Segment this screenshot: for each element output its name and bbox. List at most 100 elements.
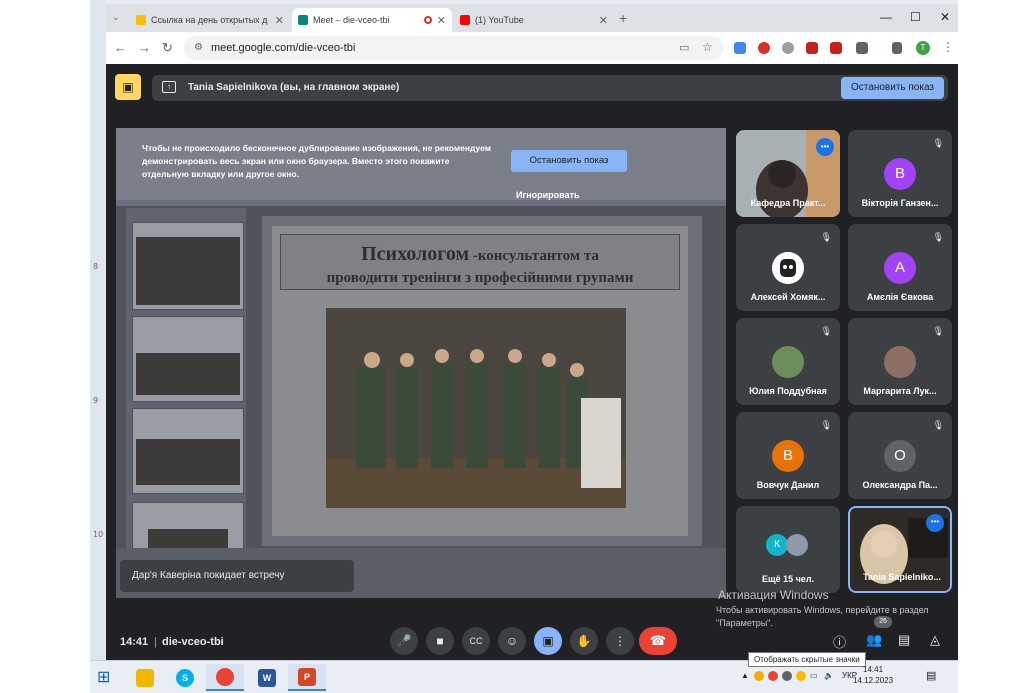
close-icon[interactable]: ✕ — [275, 14, 284, 27]
participant-tile[interactable]: 🎙 В Вовчук Данил — [736, 412, 840, 499]
participant-avatar: О — [884, 440, 916, 472]
cast-icon[interactable]: ▭ — [679, 41, 689, 54]
microphone-button[interactable]: 🎤 — [390, 627, 418, 655]
new-tab-button[interactable]: + — [619, 10, 627, 26]
participant-avatar: В — [884, 158, 916, 190]
close-icon[interactable]: ✕ — [437, 14, 446, 27]
folder-icon — [136, 668, 154, 687]
participant-tile[interactable]: 🎙 В Вікторія Ганзен... — [848, 130, 952, 217]
speaking-indicator-icon: ••• — [816, 138, 834, 156]
tray-app-icon[interactable] — [796, 671, 806, 681]
participant-tile[interactable]: ••• Кафедра Практ... — [736, 130, 840, 217]
camera-button[interactable]: ■ — [426, 627, 454, 655]
ruler-number: 9 — [93, 396, 99, 405]
participant-name: Кафедра Практ... — [750, 198, 826, 208]
participant-avatar — [772, 252, 804, 284]
shield-extension-icon[interactable] — [734, 42, 746, 54]
slide-title-line2: проводити тренінги з професійними групам… — [326, 270, 634, 286]
tray-app-icon[interactable] — [782, 671, 792, 681]
puzzle-extensions-icon[interactable] — [856, 42, 868, 54]
participant-avatar: В — [772, 440, 804, 472]
extension-badge-icon[interactable] — [830, 42, 842, 54]
presenting-label: Tania Sapielnikova (вы, на главном экран… — [188, 82, 400, 93]
network-icon[interactable]: ▭ — [810, 671, 818, 680]
forward-button[interactable]: → — [138, 40, 151, 55]
thumbnail-photo — [136, 237, 240, 305]
taskbar-explorer[interactable] — [126, 664, 164, 691]
ppt-left-ruler: 8 9 10 — [90, 0, 106, 660]
recording-icon — [424, 16, 432, 24]
separator: | — [154, 636, 157, 648]
close-window-button[interactable]: ✕ — [940, 10, 950, 24]
tray-app-icon[interactable] — [754, 671, 764, 681]
more-options-button[interactable]: ⋮ — [606, 627, 634, 655]
participant-name: Вікторія Ганзен... — [861, 198, 939, 208]
activities-icon[interactable]: ◬ — [930, 632, 940, 648]
slide-thumbnail — [132, 408, 244, 494]
self-participant-tile[interactable]: ••• Tania Sapielniko... — [848, 506, 952, 593]
thumbnail-photo — [136, 439, 240, 485]
participant-tile[interactable]: 🎙 Маргарита Лук... — [848, 318, 952, 405]
ruler-number: 8 — [93, 262, 99, 271]
reactions-button[interactable]: ☺ — [498, 627, 526, 655]
slide-thumbnail — [132, 222, 244, 310]
raise-hand-button[interactable]: ✋ — [570, 627, 598, 655]
presenting-bar: ↑ Tania Sapielnikova (вы, на главном экр… — [152, 75, 948, 101]
taskbar-chrome[interactable] — [206, 664, 244, 691]
opera-extension-icon[interactable] — [758, 42, 770, 54]
stop-presenting-button[interactable]: Остановить показ — [841, 77, 944, 99]
show-hidden-icons[interactable]: ▲ — [741, 671, 749, 680]
present-button[interactable]: ▣ — [534, 627, 562, 655]
participant-tile[interactable]: 🎙 Алексей Хомяк... — [736, 224, 840, 311]
meeting-info-icon[interactable]: ⓘ — [833, 632, 846, 651]
minimize-button[interactable]: — — [880, 10, 892, 24]
maximize-button[interactable]: ☐ — [910, 10, 921, 24]
chrome-window: ⌄ Ссылка на день открытых д ✕ Meet – die… — [106, 4, 958, 660]
volume-icon[interactable]: 🔈 — [824, 671, 834, 680]
side-panel-icon[interactable] — [892, 42, 902, 54]
reload-button[interactable]: ↻ — [162, 40, 173, 56]
participant-tile[interactable]: 🎙 Юлия Поддубная — [736, 318, 840, 405]
participant-tile[interactable]: 🎙 О Олександра Па... — [848, 412, 952, 499]
notifications-icon[interactable]: ▤ — [926, 669, 936, 682]
mic-off-icon: 🎙 — [932, 232, 944, 242]
extension-badge-icon[interactable] — [806, 42, 818, 54]
tab-search-icon[interactable]: ⌄ — [112, 12, 120, 23]
leave-call-button[interactable]: ☎ — [639, 627, 677, 655]
meeting-code: die-vceo-tbi — [162, 636, 224, 648]
browser-toolbar: ← → ↻ ⚙ meet.google.com/die-vceo-tbi ▭ ☆… — [106, 32, 958, 64]
close-icon[interactable]: ✕ — [599, 14, 608, 27]
extension-icon[interactable] — [782, 42, 794, 54]
participant-avatar — [786, 534, 808, 556]
slide-title: Психологом -консультантом та проводити т… — [280, 234, 680, 290]
site-info-icon[interactable]: ⚙ — [194, 42, 203, 53]
warning-stop-button[interactable]: Остановить показ — [511, 150, 627, 172]
current-slide: Психологом -консультантом та проводити т… — [272, 226, 688, 536]
tab-youtube[interactable]: (1) YouTube ✕ — [454, 8, 614, 32]
tab-meet[interactable]: Meet – die-vceo-tbi ✕ — [292, 8, 452, 32]
bookmark-star-icon[interactable]: ☆ — [702, 40, 713, 54]
people-icon[interactable]: 👥 — [866, 632, 882, 648]
back-button[interactable]: ← — [114, 40, 127, 55]
windows-start-icon[interactable]: ⊞ — [97, 667, 110, 687]
tab-open-day[interactable]: Ссылка на день открытых д ✕ — [130, 8, 290, 32]
taskbar-clock[interactable]: 14:41 14.12.2023 — [853, 664, 893, 686]
mic-off-icon: 🎙 — [932, 326, 944, 336]
more-participants-tile[interactable]: К Ещё 15 чел. — [736, 506, 840, 593]
warning-ignore-button[interactable]: Игнорировать — [516, 190, 580, 200]
ppt-slide-thumbnails — [126, 208, 246, 598]
tray-app-icon[interactable] — [768, 671, 778, 681]
more-options-icon[interactable]: ••• — [926, 514, 944, 532]
profile-avatar[interactable]: Т — [916, 41, 930, 55]
taskbar-skype[interactable]: S — [166, 664, 204, 691]
captions-button[interactable]: CC — [462, 627, 490, 655]
participant-avatar: К — [766, 534, 788, 556]
shared-screen: Чтобы не происходило бесконечное дублиро… — [116, 128, 726, 598]
taskbar-word[interactable]: W — [248, 664, 286, 691]
chrome-menu-icon[interactable]: ⋮ — [942, 40, 954, 54]
address-bar[interactable]: ⚙ meet.google.com/die-vceo-tbi ▭ ☆ — [184, 36, 724, 60]
taskbar-powerpoint[interactable]: P — [288, 664, 326, 691]
chat-icon[interactable]: ▤ — [898, 632, 910, 648]
participant-tile[interactable]: 🎙 А Амєлія Євкова — [848, 224, 952, 311]
ppt-slide-area: Психологом -консультантом та проводити т… — [262, 216, 702, 546]
